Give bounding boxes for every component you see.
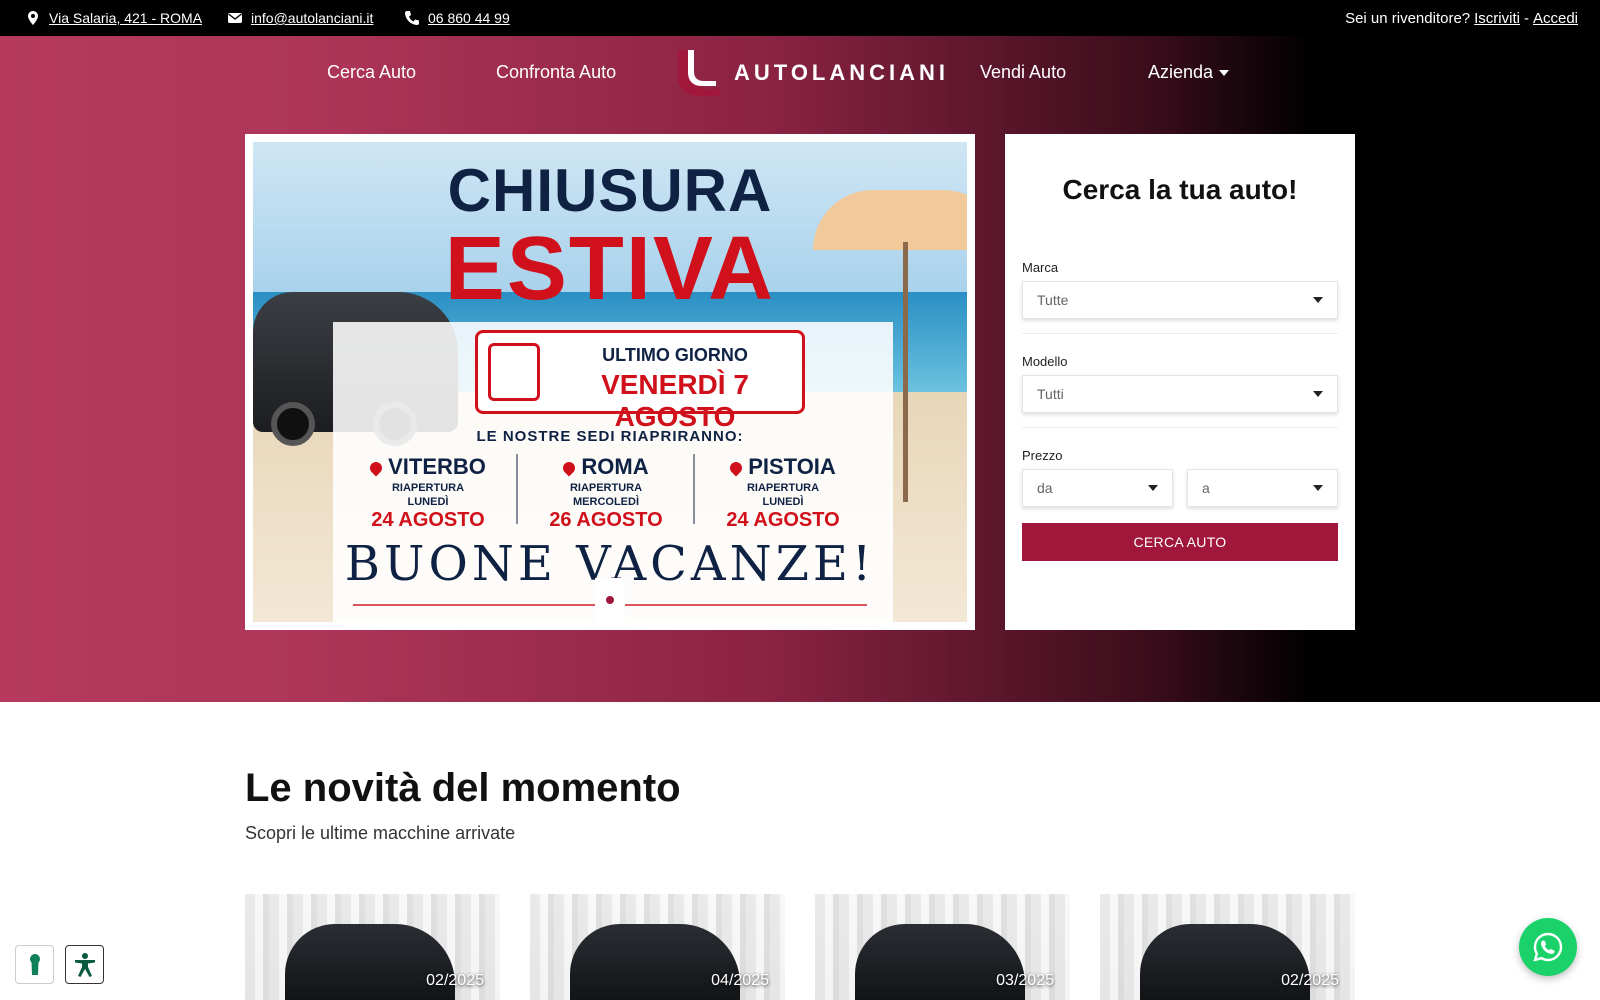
location-divider xyxy=(693,454,695,524)
car-card[interactable]: 02/2025 xyxy=(1100,894,1355,1000)
car-registration-date: 02/2025 xyxy=(426,972,484,989)
last-day-label: ULTIMO GIORNO xyxy=(602,345,748,365)
location-date: 26 AGOSTO xyxy=(549,509,663,531)
divider xyxy=(1022,333,1338,334)
search-title: Cerca la tua auto! xyxy=(1062,174,1298,205)
location-label: RIAPERTURA xyxy=(746,482,820,494)
brand-field: Marca Tutte xyxy=(1022,260,1338,319)
whatsapp-chat-button[interactable] xyxy=(1519,918,1577,976)
caret-down-icon xyxy=(1313,485,1323,491)
accessibility-icon xyxy=(74,952,95,977)
price-from-value: da xyxy=(1037,480,1053,496)
news-subtitle: Scopri le ultime macchine arrivate xyxy=(245,823,516,843)
location-roma: ROMA RIAPERTURA MERCOLEDÌ 26 AGOSTO xyxy=(521,454,691,532)
brand-wordmark: AUTOLANCIANI xyxy=(734,60,950,85)
location-date: 24 AGOSTO xyxy=(726,509,840,531)
reopening-heading: LE NOSTRE SEDI RIAPRIRANNO: xyxy=(476,428,744,445)
brand-select-value: Tutte xyxy=(1037,292,1069,308)
address-item: Via Salaria, 421 - ROMA xyxy=(25,0,202,36)
brand-label: Marca xyxy=(1022,260,1059,275)
search-submit-button[interactable]: CERCA AUTO xyxy=(1022,523,1338,561)
slide-headline-1: CHIUSURA xyxy=(447,157,773,224)
map-pin-icon xyxy=(367,459,385,477)
reseller-question: Sei un rivenditore? xyxy=(1345,9,1471,27)
phone-link[interactable]: 06 860 44 99 xyxy=(428,10,510,26)
envelope-icon xyxy=(228,13,242,23)
car-card[interactable]: 03/2025 xyxy=(815,894,1070,1000)
location-label: RIAPERTURA xyxy=(391,482,465,494)
car-card[interactable]: 02/2025 xyxy=(245,894,500,1000)
phone-item: 06 860 44 99 xyxy=(404,0,510,36)
brand-logo[interactable]: AUTOLANCIANI xyxy=(676,50,949,96)
nav-azienda[interactable]: Azienda xyxy=(1148,36,1230,108)
brand-select[interactable]: Tutte xyxy=(1022,281,1338,319)
map-pin-icon xyxy=(560,459,578,477)
nav-cerca-auto[interactable]: Cerca Auto xyxy=(327,36,416,108)
car-registration-date: 04/2025 xyxy=(711,972,769,989)
car-registration-date: 03/2025 xyxy=(996,972,1054,989)
slider-pagination xyxy=(595,578,625,622)
slide-headline-2: ESTIVA xyxy=(444,219,776,319)
car-registration-date: 02/2025 xyxy=(1281,972,1339,989)
car-card[interactable]: 04/2025 xyxy=(530,894,785,1000)
caret-down-icon xyxy=(1313,297,1323,303)
last-day-date: VENERDÌ 7 AGOSTO xyxy=(601,369,749,432)
location-divider xyxy=(516,454,518,524)
keyhole-widget-button[interactable] xyxy=(15,945,54,984)
caret-down-icon xyxy=(1219,70,1230,76)
price-field: Prezzo da a xyxy=(1022,448,1338,507)
nav-vendi-auto[interactable]: Vendi Auto xyxy=(980,36,1066,108)
location-day: MERCOLEDÌ xyxy=(573,496,639,508)
news-title: Le novità del momento xyxy=(245,766,681,810)
phone-icon xyxy=(405,11,419,25)
nav-confronta-auto[interactable]: Confronta Auto xyxy=(496,36,616,108)
price-label: Prezzo xyxy=(1022,448,1063,463)
promo-slide[interactable]: CHIUSURA ESTIVA ULTIMO GIORNO VENERDÌ 7 … xyxy=(253,142,967,622)
accessibility-button[interactable] xyxy=(65,945,104,984)
location-city: ROMA xyxy=(581,454,649,479)
model-field: Modello Tutti xyxy=(1022,354,1338,413)
address-link[interactable]: Via Salaria, 421 - ROMA xyxy=(49,10,202,26)
location-pistoia: PISTOIA RIAPERTURA LUNEDÌ 24 AGOSTO xyxy=(698,454,868,532)
promo-slider[interactable]: CHIUSURA ESTIVA ULTIMO GIORNO VENERDÌ 7 … xyxy=(245,134,975,630)
top-bar: Via Salaria, 421 - ROMA info@autolancian… xyxy=(0,0,1600,36)
location-label: RIAPERTURA xyxy=(569,482,643,494)
caret-down-icon xyxy=(1148,485,1158,491)
main-nav: Cerca Auto Confronta Auto AUTOLANCIANI V… xyxy=(0,36,1600,108)
hero-section: Cerca Auto Confronta Auto AUTOLANCIANI V… xyxy=(0,36,1600,702)
location-viterbo: VITERBO RIAPERTURA LUNEDÌ 24 AGOSTO xyxy=(343,454,513,532)
price-to-value: a xyxy=(1202,480,1210,496)
signup-link[interactable]: Iscriviti xyxy=(1474,10,1520,27)
keyhole-icon xyxy=(29,953,40,975)
location-day: LUNEDÌ xyxy=(407,496,449,508)
model-select[interactable]: Tutti xyxy=(1022,375,1338,413)
location-day: LUNEDÌ xyxy=(762,496,804,508)
email-link[interactable]: info@autolanciani.it xyxy=(251,10,373,26)
last-day-box: ULTIMO GIORNO VENERDÌ 7 AGOSTO xyxy=(475,330,805,432)
map-pin-icon xyxy=(727,459,745,477)
map-pin-icon xyxy=(28,11,38,25)
model-label: Modello xyxy=(1022,354,1068,369)
location-city: VITERBO xyxy=(388,454,486,479)
slider-dot-active[interactable] xyxy=(606,596,614,604)
model-select-value: Tutti xyxy=(1037,386,1064,402)
nav-azienda-label: Azienda xyxy=(1148,61,1214,82)
reseller-links: Sei un rivenditore? Iscriviti - Accedi xyxy=(1345,0,1578,36)
location-city: PISTOIA xyxy=(748,454,836,479)
caret-down-icon xyxy=(1313,391,1323,397)
whatsapp-icon xyxy=(1533,932,1563,962)
divider xyxy=(1022,427,1338,428)
email-item: info@autolanciani.it xyxy=(227,0,373,36)
login-link[interactable]: Accedi xyxy=(1533,10,1578,27)
location-date: 24 AGOSTO xyxy=(371,509,485,531)
separator: - xyxy=(1523,9,1529,27)
price-from-select[interactable]: da xyxy=(1022,469,1173,507)
price-to-select[interactable]: a xyxy=(1187,469,1338,507)
calendar-icon xyxy=(488,343,540,401)
logo-mark-icon xyxy=(678,50,720,96)
car-search-form: Cerca la tua auto! Marca Tutte Modello T… xyxy=(1005,134,1355,630)
